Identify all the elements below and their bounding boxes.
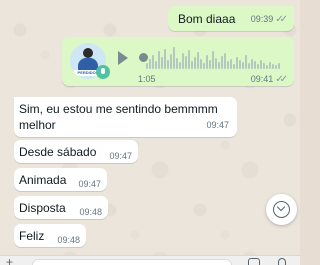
waveform-bar	[176, 58, 178, 69]
waveform-bar	[248, 63, 250, 69]
waveform-bar	[245, 55, 247, 69]
waveform-bar	[158, 51, 160, 69]
message-time: 09:39	[250, 14, 274, 24]
waveform-bar	[164, 49, 166, 69]
waveform-bar	[218, 62, 220, 69]
waveform-bar	[203, 63, 205, 69]
waveform-bar	[194, 57, 196, 69]
waveform-bar	[254, 61, 256, 69]
message-input[interactable]	[32, 259, 232, 265]
waveform-bar	[278, 63, 280, 69]
waveform-bar	[167, 60, 169, 69]
waveform-bar	[275, 65, 277, 69]
message-text: Desde sábado	[19, 145, 97, 159]
avatar-head	[83, 48, 93, 58]
waveform-bar	[242, 62, 244, 69]
waveform-bar	[221, 56, 223, 69]
waveform-bar	[212, 51, 214, 69]
message-meta: 09:41 ✓✓	[250, 71, 288, 88]
waveform-bar	[191, 61, 193, 69]
waveform-bar	[230, 59, 232, 69]
message-text: Sim, eu estou me sentindo bemmmm melhor	[19, 102, 218, 132]
waveform-bar	[239, 60, 241, 69]
waveform-bar	[146, 63, 148, 69]
voice-message[interactable]: PERDIDOS 1:05 09:41 ✓✓	[62, 37, 294, 86]
outgoing-message[interactable]: Bom diaaa 09:39 ✓✓	[168, 6, 294, 31]
waveform-bar	[161, 57, 163, 69]
waveform-bar	[269, 62, 271, 69]
incoming-message[interactable]: Disposta 09:48	[14, 196, 108, 219]
message-time: 09:48	[79, 207, 102, 217]
double-check-icon: ✓✓	[275, 74, 288, 85]
waveform-bar	[197, 52, 199, 69]
message-text: Bom diaaa	[178, 12, 236, 26]
voice-duration: 1:05	[138, 74, 156, 84]
message-text: Animada	[19, 173, 67, 187]
scroll-down-button[interactable]	[266, 194, 297, 225]
message-text: Disposta	[19, 201, 66, 215]
waveform-bar	[260, 60, 262, 69]
waveform-bar	[251, 59, 253, 69]
waveform-bar	[188, 50, 190, 69]
waveform-bar	[215, 58, 217, 69]
chat-area[interactable]: Bom diaaa 09:39 ✓✓ PERDIDOS 1:05 09:41 ✓✓ …	[0, 0, 300, 265]
message-time: 09:47	[109, 151, 132, 161]
incoming-message[interactable]: Animada 09:47	[14, 168, 107, 191]
waveform-bar	[200, 59, 202, 69]
waveform-bar	[263, 63, 265, 69]
waveform-bar	[233, 64, 235, 69]
waveform-bar	[179, 62, 181, 69]
waveform-bar	[206, 55, 208, 69]
waveform-bar	[272, 64, 274, 69]
waveform-bar	[170, 54, 172, 69]
waveform-bar	[182, 53, 184, 69]
waveform-bar	[149, 59, 151, 69]
incoming-message[interactable]: Feliz 09:48	[14, 224, 86, 247]
waveform-bar	[257, 64, 259, 69]
waveform-bar	[236, 57, 238, 69]
double-check-icon: ✓✓	[275, 14, 288, 25]
play-button[interactable]	[118, 51, 128, 65]
waveform-bar	[155, 61, 157, 69]
waveform-bar	[224, 53, 226, 69]
microphone-icon	[96, 65, 110, 79]
waveform-bar	[173, 47, 175, 69]
message-input-bar: +	[0, 255, 300, 265]
message-time: 09:41	[250, 74, 274, 84]
audio-waveform[interactable]	[146, 45, 284, 69]
message-text: Feliz	[19, 229, 45, 243]
message-time: 09:47	[78, 179, 101, 189]
plus-icon[interactable]: +	[6, 256, 13, 265]
waveform-bar	[185, 56, 187, 69]
waveform-bar	[227, 61, 229, 69]
microphone-icon[interactable]	[278, 258, 286, 265]
message-time: 09:48	[57, 235, 80, 245]
waveform-bar	[209, 60, 211, 69]
camera-icon[interactable]	[248, 258, 260, 265]
incoming-message[interactable]: Sim, eu estou me sentindo bemmmm melhor …	[14, 97, 237, 137]
waveform-bar	[152, 55, 154, 69]
waveform-bar	[266, 65, 268, 69]
message-meta: 09:39 ✓✓	[250, 11, 288, 28]
message-time: 09:47	[206, 120, 229, 130]
incoming-message[interactable]: Desde sábado 09:47	[14, 140, 138, 163]
